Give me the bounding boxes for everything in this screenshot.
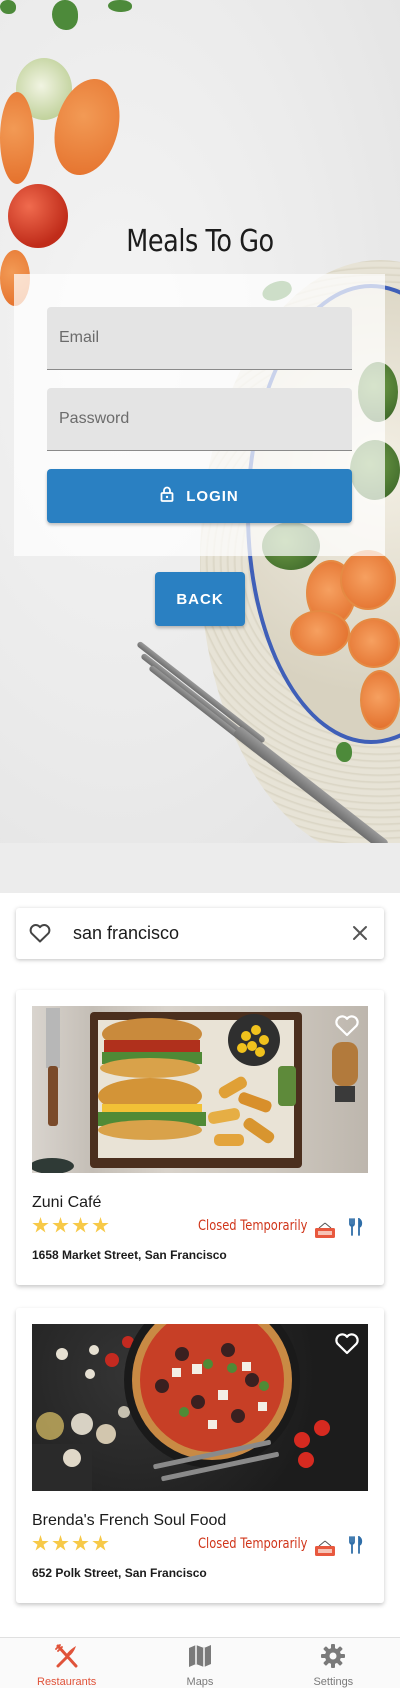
open-sign-icon: [314, 1222, 336, 1243]
search-bar[interactable]: san francisco: [16, 908, 384, 959]
rating-stars: [32, 1535, 109, 1552]
login-button-label: LOGIN: [186, 487, 239, 505]
star-icon: [92, 1217, 109, 1233]
tab-maps-label: Maps: [186, 1676, 214, 1688]
tab-settings[interactable]: Settings: [267, 1638, 400, 1688]
favourite-heart-icon[interactable]: [334, 1332, 360, 1361]
star-icon: [72, 1217, 89, 1233]
password-field-label: Password: [59, 410, 130, 427]
gear-icon: [320, 1643, 346, 1674]
star-icon: [52, 1217, 69, 1233]
bottom-tab-bar: Restaurants Maps Settings: [0, 1637, 400, 1688]
lock-icon: [160, 486, 174, 507]
email-field-label: Email: [59, 329, 100, 346]
star-icon: [92, 1535, 109, 1551]
pizza-photo: [32, 1324, 368, 1491]
restaurant-card[interactable]: Brenda's French Soul Food Closed Tempora…: [16, 1308, 384, 1603]
utensils-crossed-icon: [54, 1643, 80, 1674]
tab-restaurants-label: Restaurants: [37, 1676, 97, 1688]
burgers-and-fries-photo: [32, 1006, 368, 1173]
tab-restaurants[interactable]: Restaurants: [0, 1638, 133, 1688]
star-icon: [52, 1535, 69, 1551]
rating-stars: [32, 1217, 109, 1234]
star-icon: [72, 1535, 89, 1551]
tab-maps[interactable]: Maps: [133, 1638, 266, 1688]
search-input[interactable]: san francisco: [73, 923, 179, 944]
restaurant-address: 1658 Market Street, San Francisco: [32, 1248, 227, 1262]
restaurant-name: Brenda's French Soul Food: [32, 1512, 227, 1529]
back-button[interactable]: BACK: [155, 572, 245, 626]
restaurant-address: 652 Polk Street, San Francisco: [32, 1566, 207, 1580]
star-icon: [32, 1217, 49, 1233]
open-sign-icon: [314, 1540, 336, 1561]
favourite-heart-icon[interactable]: [334, 1014, 360, 1043]
star-icon: [32, 1535, 49, 1551]
status-text: Closed Temporarily: [198, 1536, 308, 1552]
utensils-icon: [349, 1535, 363, 1559]
restaurants-screen: san francisco Zuni Café Closed Temporari…: [0, 893, 400, 1688]
login-screen: Meals To Go Email Password LOGIN BACK: [0, 0, 400, 843]
restaurant-name: Zuni Café: [32, 1194, 102, 1211]
heart-outline-icon[interactable]: [28, 921, 52, 950]
screen-divider: [0, 843, 400, 893]
login-button[interactable]: LOGIN: [47, 469, 352, 523]
map-icon: [187, 1643, 213, 1674]
password-field[interactable]: Password: [47, 388, 352, 451]
email-field[interactable]: Email: [47, 307, 352, 370]
login-card: Email Password LOGIN: [14, 274, 385, 556]
restaurant-card[interactable]: Zuni Café Closed Temporarily 1658 Market…: [16, 990, 384, 1285]
tab-settings-label: Settings: [313, 1676, 354, 1688]
close-icon[interactable]: [350, 923, 370, 948]
status-text: Closed Temporarily: [198, 1218, 308, 1234]
utensils-icon: [349, 1217, 363, 1241]
app-title: Meals To Go: [126, 224, 274, 259]
